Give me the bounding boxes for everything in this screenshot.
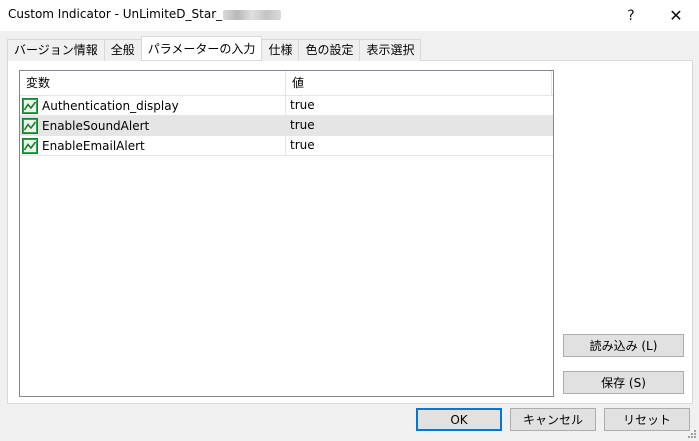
window-title: Custom Indicator - UnLimiteD_Star_ xyxy=(8,7,282,21)
table-row[interactable]: Authentication_display true xyxy=(20,96,553,116)
parameter-value[interactable]: true xyxy=(286,96,552,115)
column-header-value[interactable]: 値 xyxy=(286,71,552,96)
redacted-title-suffix xyxy=(223,9,282,20)
cancel-button[interactable]: キャンセル xyxy=(510,408,596,431)
resize-grip-icon[interactable] xyxy=(686,428,697,439)
tab-display-selection[interactable]: 表示選択 xyxy=(359,39,422,61)
close-icon: ✕ xyxy=(669,6,683,25)
column-header-variable[interactable]: 変数 xyxy=(20,71,286,96)
parameter-name-cell: EnableSoundAlert xyxy=(20,116,286,135)
tab-color-settings[interactable]: 色の設定 xyxy=(298,39,361,61)
window-title-text: Custom Indicator - UnLimiteD_Star_ xyxy=(8,7,223,21)
ok-button[interactable]: OK xyxy=(416,408,502,431)
help-icon: ? xyxy=(627,7,635,24)
title-bar: Custom Indicator - UnLimiteD_Star_ ? ✕ xyxy=(0,0,699,31)
parameter-name: EnableEmailAlert xyxy=(42,138,145,153)
parameter-icon xyxy=(22,97,38,114)
tab-parameters[interactable]: パラメーターの入力 xyxy=(140,36,263,60)
close-button[interactable]: ✕ xyxy=(653,0,699,31)
table-row[interactable]: EnableEmailAlert true xyxy=(20,136,553,156)
tab-version-info[interactable]: バージョン情報 xyxy=(7,39,105,61)
load-button[interactable]: 読み込み (L) xyxy=(563,334,684,357)
parameter-name-cell: EnableEmailAlert xyxy=(20,136,286,155)
parameter-name-cell: Authentication_display xyxy=(20,96,286,115)
tab-specification[interactable]: 仕様 xyxy=(261,39,300,61)
parameter-value[interactable]: true xyxy=(286,116,552,135)
tab-general[interactable]: 全般 xyxy=(103,39,142,61)
table-row[interactable]: EnableSoundAlert true xyxy=(20,116,553,136)
tab-strip: バージョン情報 全般 パラメーターの入力 仕様 色の設定 表示選択 xyxy=(7,36,422,61)
parameter-value[interactable]: true xyxy=(286,136,552,155)
help-button[interactable]: ? xyxy=(608,0,654,31)
save-button[interactable]: 保存 (S) xyxy=(563,371,684,394)
parameter-name: Authentication_display xyxy=(42,98,179,113)
parameter-list[interactable]: 変数 値 Authentication_display true EnableS… xyxy=(19,70,554,397)
parameter-name: EnableSoundAlert xyxy=(42,118,150,133)
parameter-icon xyxy=(22,117,38,134)
list-header: 変数 値 xyxy=(20,71,553,96)
parameter-icon xyxy=(22,137,38,154)
reset-button[interactable]: リセット xyxy=(604,408,690,431)
